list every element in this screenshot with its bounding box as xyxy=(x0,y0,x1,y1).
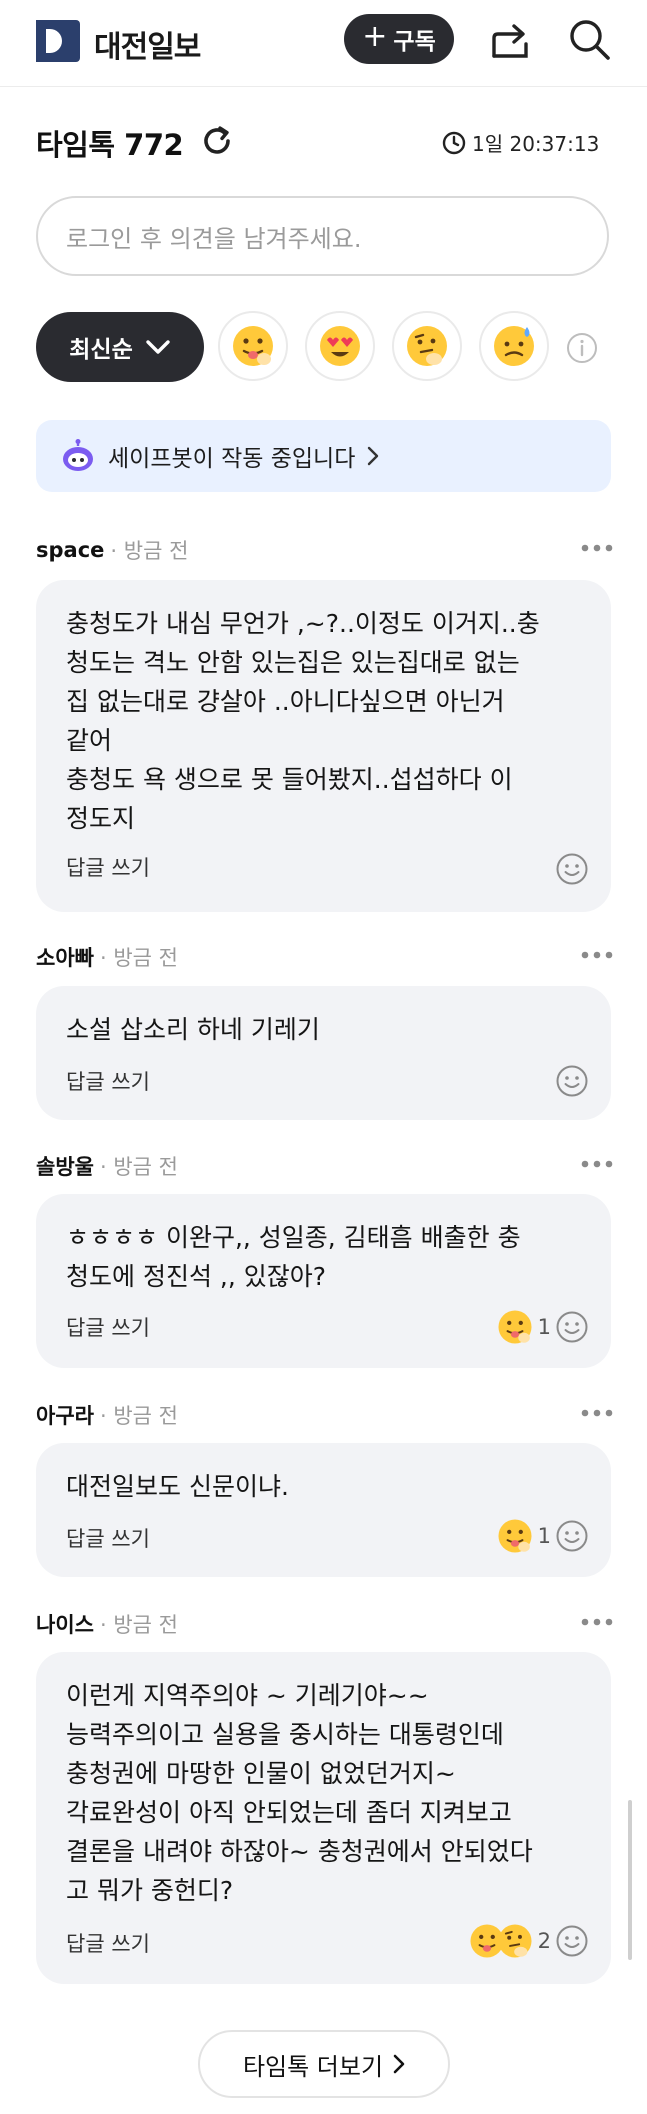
brand-name[interactable]: 대전일보 xyxy=(94,22,201,66)
daejeon-ilbo-logo[interactable] xyxy=(36,20,80,62)
add-reaction-icon[interactable] xyxy=(555,1310,589,1344)
comment-time: · 방금 전 xyxy=(99,1404,178,1428)
more-options-icon[interactable] xyxy=(580,1159,614,1169)
comment-author[interactable]: 나이스 xyxy=(36,1609,94,1639)
sort-label: 최신순 xyxy=(69,337,133,363)
comment-time: · 방금 전 xyxy=(110,539,189,563)
sweat-face-icon xyxy=(494,326,534,366)
comment-header: 소아빠 · 방금 전 xyxy=(36,942,178,972)
comment-time: · 방금 전 xyxy=(99,946,178,970)
comment-author[interactable]: 아구라 xyxy=(36,1400,94,1430)
timetalk-title: 타임톡 772 xyxy=(36,128,184,162)
add-reaction-icon[interactable] xyxy=(555,1519,589,1553)
comment-time: · 방금 전 xyxy=(99,1613,178,1637)
safebot-banner[interactable]: 세이프봇이 작동 중입니다 xyxy=(36,420,611,492)
reaction-area[interactable] xyxy=(555,1064,589,1098)
reaction-count: 1 xyxy=(537,1524,551,1548)
reaction-count: 2 xyxy=(537,1929,551,1953)
comment-input[interactable]: 로그인 후 의견을 남겨주세요. xyxy=(36,196,609,276)
more-options-icon[interactable] xyxy=(580,1617,614,1627)
reaction-filter-thinking[interactable] xyxy=(392,311,462,381)
info-icon[interactable] xyxy=(566,332,598,364)
comment-header: 나이스 · 방금 전 xyxy=(36,1609,178,1639)
search-icon[interactable] xyxy=(568,18,612,62)
thinking-face-icon xyxy=(407,326,447,366)
scrollbar[interactable] xyxy=(628,1800,632,1960)
more-timetalk-label: 타임톡 더보기 xyxy=(242,2052,384,2081)
plus-icon: + xyxy=(362,19,388,54)
more-options-icon[interactable] xyxy=(580,543,614,553)
comment-author[interactable]: 소아빠 xyxy=(36,942,94,972)
comment-header: space · 방금 전 xyxy=(36,535,188,565)
reaction-area[interactable] xyxy=(555,852,589,886)
add-reaction-icon[interactable] xyxy=(555,1924,589,1958)
reaction-filter-heart-eyes[interactable] xyxy=(305,311,375,381)
thinking-face-icon xyxy=(498,1924,532,1958)
comment-card: 이런게 지역주의야 ~ 기레기야~~ 능력주의이고 실용을 중시하는 대통령인데… xyxy=(36,1652,611,1984)
more-options-icon[interactable] xyxy=(580,950,614,960)
page: 대전일보 + 구독 타임톡 772 1일 20:37:13 로그인 후 의견을 … xyxy=(0,0,647,2114)
reply-button[interactable]: 답글 쓰기 xyxy=(66,1523,150,1553)
safebot-text: 세이프봇이 작동 중입니다 xyxy=(108,446,356,472)
subscribe-button[interactable]: + 구독 xyxy=(344,14,454,64)
tongue-face-icon xyxy=(233,326,273,366)
refresh-icon[interactable] xyxy=(200,124,234,158)
comment-author[interactable]: space xyxy=(36,538,104,562)
comment-text: 충청도가 내심 무언가 ,~?..이정도 이거지..충 청도는 격노 안함 있는… xyxy=(66,609,540,833)
add-reaction-icon[interactable] xyxy=(555,852,589,886)
reply-button[interactable]: 답글 쓰기 xyxy=(66,1928,150,1958)
reply-button[interactable]: 답글 쓰기 xyxy=(66,1066,150,1096)
comment-text: 이런게 지역주의야 ~ 기레기야~~ 능력주의이고 실용을 중시하는 대통령인데… xyxy=(66,1681,533,1905)
chevron-down-icon xyxy=(146,340,170,354)
timetalk-timer: 1일 20:37:13 xyxy=(442,128,599,157)
comment-text: ㅎㅎㅎㅎ 이완구,, 성일종, 김태흠 배출한 충 청도에 정진석 ,, 있잖아… xyxy=(66,1223,521,1291)
comment-text: 소설 삽소리 하네 기레기 xyxy=(66,1015,320,1044)
robot-icon xyxy=(63,439,93,471)
comment-card: ㅎㅎㅎㅎ 이완구,, 성일종, 김태흠 배출한 충 청도에 정진석 ,, 있잖아… xyxy=(36,1194,611,1368)
chevron-right-icon xyxy=(393,2054,405,2074)
sort-dropdown[interactable]: 최신순 xyxy=(36,312,204,382)
comment-card: 소설 삽소리 하네 기레기 답글 쓰기 xyxy=(36,986,611,1120)
comment-card: 충청도가 내심 무언가 ,~?..이정도 이거지..충 청도는 격노 안함 있는… xyxy=(36,580,611,912)
subscribe-label: 구독 xyxy=(393,29,436,55)
chevron-right-icon xyxy=(368,446,379,466)
reply-button[interactable]: 답글 쓰기 xyxy=(66,1312,150,1342)
clock-icon xyxy=(442,131,466,154)
heart-eyes-face-icon xyxy=(320,326,360,366)
comment-input-placeholder: 로그인 후 의견을 남겨주세요. xyxy=(66,224,362,253)
more-options-icon[interactable] xyxy=(580,1408,614,1418)
reaction-filter-tongue[interactable] xyxy=(218,311,288,381)
share-icon[interactable] xyxy=(490,20,532,60)
tongue-face-icon xyxy=(498,1519,532,1553)
add-reaction-icon[interactable] xyxy=(555,1064,589,1098)
remaining-time: 1일 20:37:13 xyxy=(472,132,600,156)
more-timetalk-button[interactable]: 타임톡 더보기 xyxy=(198,2030,450,2098)
reaction-count: 1 xyxy=(537,1315,551,1339)
comment-time: · 방금 전 xyxy=(99,1155,178,1179)
app-header: 대전일보 + 구독 xyxy=(0,0,647,87)
reaction-area[interactable]: 1 xyxy=(496,1308,589,1346)
comment-text: 대전일보도 신문이냐. xyxy=(66,1472,289,1501)
comment-header: 아구라 · 방금 전 xyxy=(36,1400,178,1430)
comment-header: 솔방울 · 방금 전 xyxy=(36,1151,178,1181)
reaction-area[interactable]: 1 xyxy=(496,1517,589,1555)
reaction-area[interactable]: 2 xyxy=(468,1922,589,1960)
tongue-face-icon xyxy=(498,1310,532,1344)
comment-card: 대전일보도 신문이냐. 답글 쓰기 1 xyxy=(36,1443,611,1577)
comment-author[interactable]: 솔방울 xyxy=(36,1151,94,1181)
reaction-filter-sweat[interactable] xyxy=(479,311,549,381)
reply-button[interactable]: 답글 쓰기 xyxy=(66,852,150,882)
